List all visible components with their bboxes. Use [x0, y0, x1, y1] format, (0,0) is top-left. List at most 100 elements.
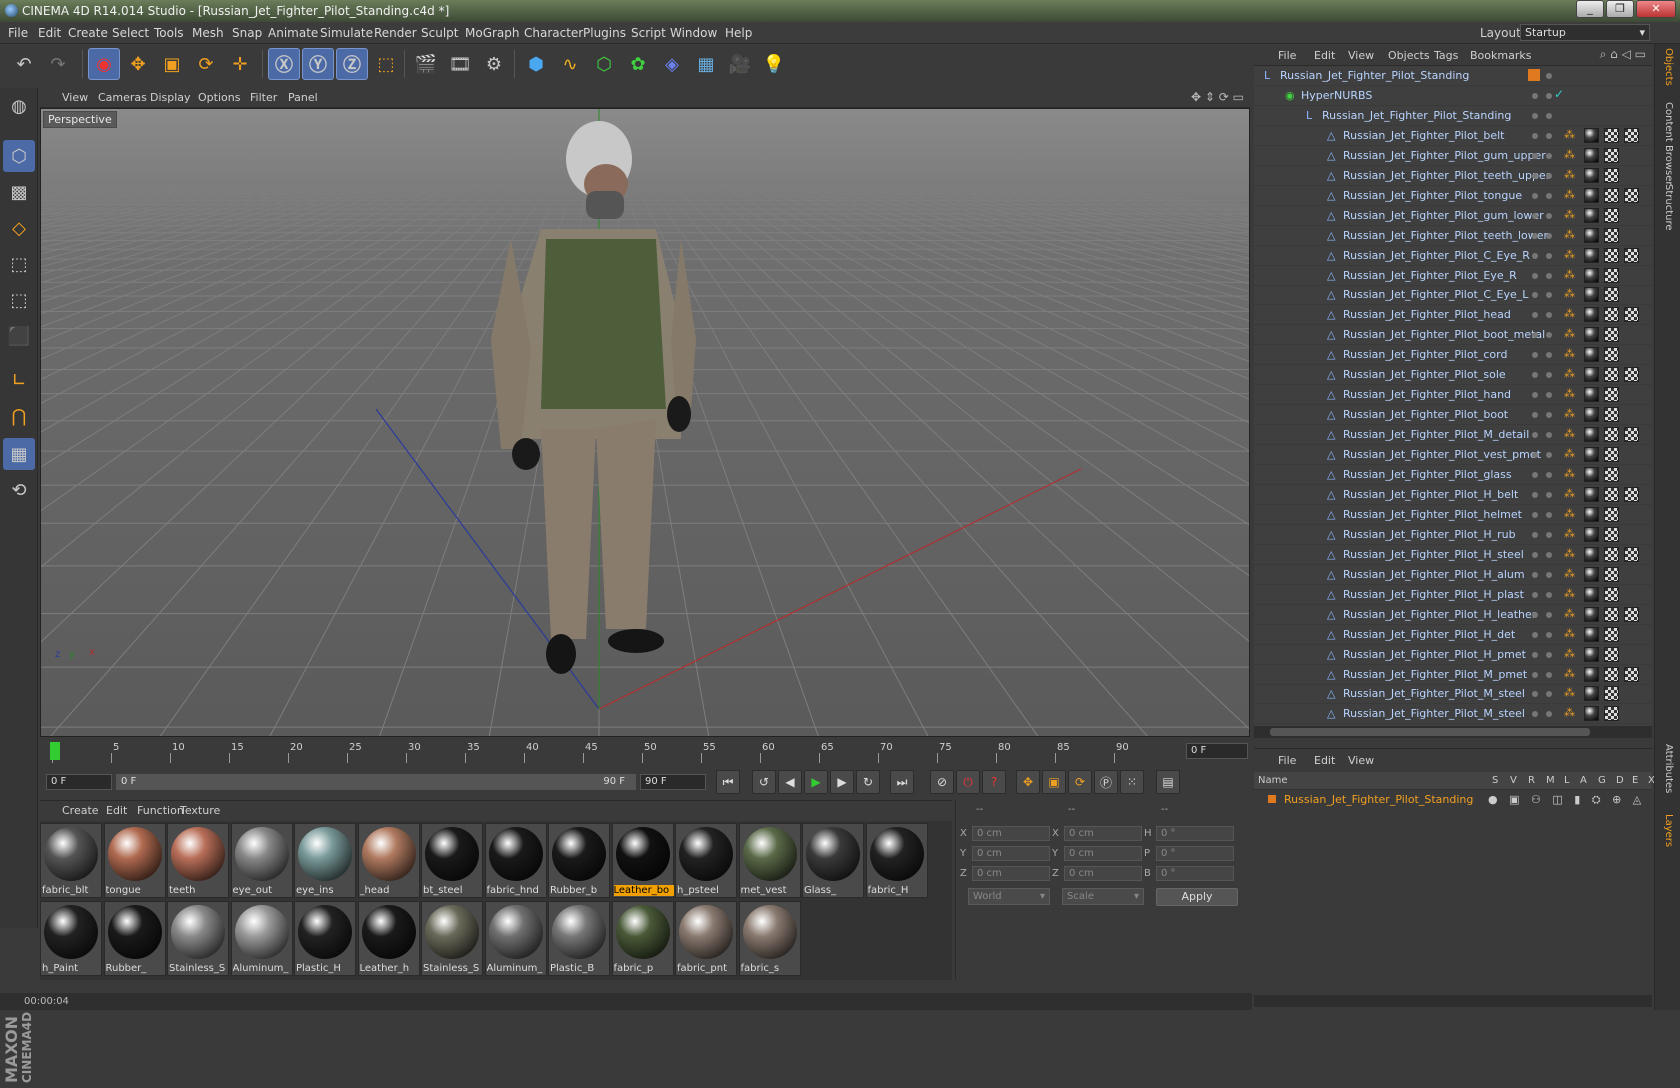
visibility-dot[interactable] [1532, 472, 1538, 478]
render-dot[interactable] [1546, 292, 1552, 299]
material-swatch[interactable]: h_psteel [675, 823, 737, 898]
spline-icon[interactable]: ∿ [554, 48, 586, 80]
dock-tab[interactable]: Objects [1658, 48, 1678, 108]
material-swatch[interactable]: Leather_h [357, 901, 420, 976]
material-tag[interactable] [1584, 626, 1599, 642]
goto-start-icon[interactable]: ⏮ [716, 770, 740, 794]
material-tag[interactable] [1584, 387, 1599, 403]
texture-tag[interactable] [1604, 227, 1619, 243]
material-tag[interactable] [1584, 666, 1599, 682]
render-dot[interactable] [1546, 691, 1552, 698]
texture-tag[interactable] [1604, 706, 1619, 722]
render-dot[interactable] [1546, 511, 1552, 518]
render-dot[interactable] [1546, 152, 1552, 159]
coord-value-field[interactable]: 0 ° [1156, 866, 1234, 881]
object-row[interactable]: △ Russian_Jet_Fighter_Pilot_H_pmet ⁂ [1254, 645, 1652, 665]
material-tag[interactable] [1584, 367, 1599, 383]
phong-tag-icon[interactable]: ⁂ [1564, 567, 1575, 580]
render-dot[interactable] [1546, 551, 1552, 558]
keyframe-selection-icon[interactable]: ? [982, 770, 1006, 794]
texture-mode-icon[interactable]: ▩ [3, 176, 35, 208]
phong-tag-icon[interactable]: ⁂ [1564, 467, 1575, 480]
start-frame-field[interactable]: 0 F [46, 774, 112, 790]
material-tag[interactable] [1584, 347, 1599, 363]
material-swatch[interactable]: tongue [103, 823, 166, 898]
deformer-icon[interactable]: ◈ [656, 48, 688, 80]
phong-tag-icon[interactable]: ⁂ [1564, 427, 1575, 440]
material-swatch[interactable]: Plastic_H [294, 901, 356, 976]
object-row[interactable]: △ Russian_Jet_Fighter_Pilot_H_leather ⁂ [1254, 605, 1652, 625]
y-axis-lock-icon[interactable]: Ⓨ [302, 48, 334, 80]
texture-tag[interactable] [1604, 526, 1619, 542]
layer-row[interactable]: Russian_Jet_Fighter_Pilot_Standing ● ▣ ⚇… [1254, 790, 1652, 820]
menu-sculpt[interactable]: Sculpt [421, 26, 458, 40]
texture-tag[interactable] [1604, 566, 1619, 582]
play-icon[interactable]: ▶ [804, 770, 828, 794]
viewport-menu-options[interactable]: Options [198, 91, 240, 104]
material-tag[interactable] [1584, 447, 1599, 463]
objects-menu-file[interactable]: File [1278, 49, 1296, 62]
coord-value-field[interactable]: 0 cm [972, 846, 1050, 861]
visibility-dot[interactable] [1532, 192, 1538, 199]
z-axis-lock-icon[interactable]: Ⓩ [336, 48, 368, 80]
object-row[interactable]: △ Russian_Jet_Fighter_Pilot_teeth_lower ⁂ [1254, 226, 1652, 246]
visibility-dot[interactable] [1532, 92, 1538, 99]
phong-tag-icon[interactable]: ⁂ [1564, 287, 1575, 300]
object-row[interactable]: △ Russian_Jet_Fighter_Pilot_C_Eye_L ⁂ [1254, 285, 1652, 306]
workplane-icon[interactable]: ◇ [3, 212, 35, 244]
visibility-dot[interactable] [1532, 651, 1538, 658]
material-tag[interactable] [1584, 327, 1599, 343]
coord-value-field[interactable]: 0 ° [1156, 826, 1234, 841]
make-editable-icon[interactable]: ◍ [3, 90, 35, 122]
render-dot[interactable] [1546, 132, 1552, 139]
scale-tool-icon[interactable]: ▣ [156, 48, 188, 80]
end-frame-field[interactable]: 90 F [640, 774, 706, 790]
visibility-dot[interactable] [1532, 312, 1538, 319]
viewport-menu-display[interactable]: Display [150, 91, 191, 104]
texture-tag[interactable] [1604, 147, 1619, 163]
material-tag[interactable] [1584, 467, 1599, 482]
visibility-dot[interactable] [1532, 252, 1538, 259]
texture-tag[interactable] [1604, 626, 1619, 642]
layers-column-header[interactable]: A [1580, 775, 1587, 786]
menu-window[interactable]: Window [670, 26, 717, 40]
phong-tag-icon[interactable]: ⁂ [1564, 347, 1575, 360]
phong-tag-icon[interactable]: ⁂ [1564, 627, 1575, 640]
visibility-dot[interactable] [1532, 212, 1538, 219]
maximize-button[interactable]: ❐ [1606, 0, 1634, 18]
render-dot[interactable] [1546, 412, 1552, 419]
material-swatch[interactable]: fabric_H [865, 823, 928, 898]
visibility-dot[interactable] [1532, 352, 1538, 359]
dock-tab[interactable]: Content Browser [1658, 102, 1678, 185]
material-swatch[interactable]: fabric_s [738, 901, 801, 976]
nurbs-icon[interactable]: ⬡ [588, 48, 620, 80]
object-row[interactable]: △ Russian_Jet_Fighter_Pilot_gum_upper ⁂ [1254, 146, 1652, 166]
last-tool-icon[interactable]: ✛ [224, 48, 256, 80]
objects-menu-bookmarks[interactable]: Bookmarks [1470, 49, 1531, 62]
visibility-dot[interactable] [1532, 571, 1538, 578]
visibility-dot[interactable] [1532, 132, 1538, 139]
menu-animate[interactable]: Animate [268, 26, 318, 40]
phong-tag-icon[interactable]: ⁂ [1564, 148, 1575, 161]
phong-tag-icon[interactable]: ⁂ [1564, 587, 1575, 600]
texture-tag[interactable] [1604, 387, 1619, 403]
visibility-dot[interactable] [1532, 511, 1538, 518]
texture-tag[interactable] [1604, 347, 1619, 363]
render-dot[interactable] [1546, 571, 1552, 578]
object-row[interactable]: △ Russian_Jet_Fighter_Pilot_hand ⁂ [1254, 385, 1652, 406]
visibility-dot[interactable] [1532, 671, 1538, 678]
render-dot[interactable] [1546, 452, 1552, 459]
next-key-icon[interactable]: ↻ [856, 770, 880, 794]
render-dot[interactable] [1546, 531, 1552, 538]
render-dot[interactable] [1546, 591, 1552, 598]
menu-render[interactable]: Render [374, 26, 417, 40]
render-dot[interactable] [1546, 73, 1552, 79]
material-tag[interactable] [1584, 427, 1599, 443]
check-icon[interactable]: ✓ [1554, 87, 1564, 101]
phong-tag-icon[interactable]: ⁂ [1564, 547, 1575, 560]
phong-tag-icon[interactable]: ⁂ [1564, 128, 1575, 141]
viewport-menu-panel[interactable]: Panel [288, 91, 318, 104]
render-dot[interactable] [1546, 272, 1552, 279]
next-frame-icon[interactable]: ▶ [830, 770, 854, 794]
menu-file[interactable]: File [8, 26, 28, 40]
